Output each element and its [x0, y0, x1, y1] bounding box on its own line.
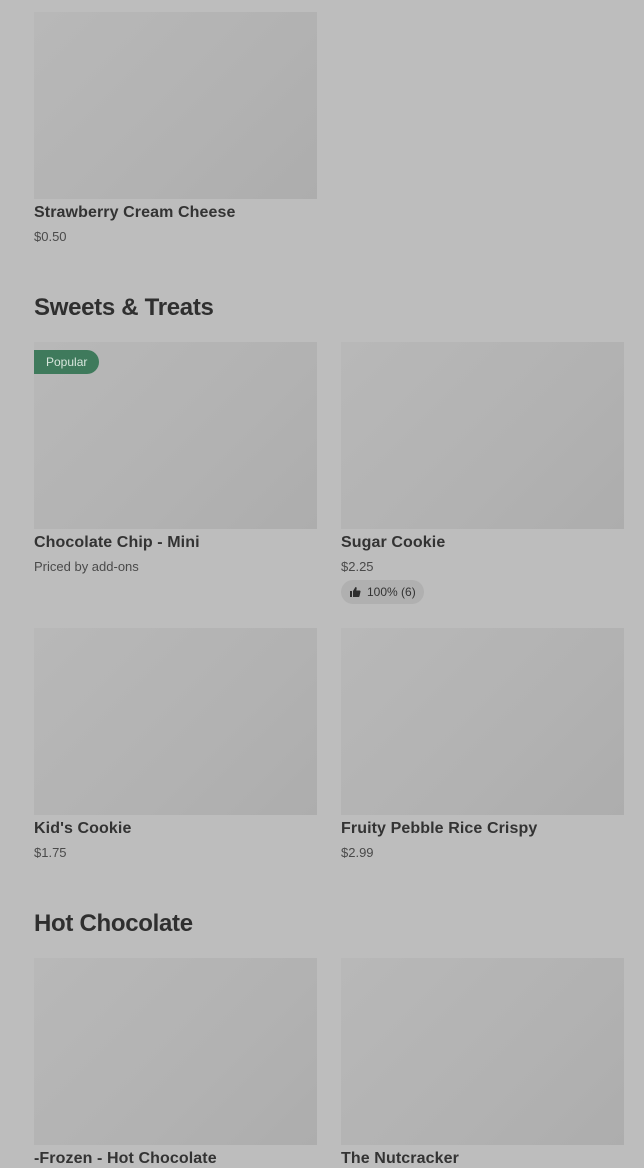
item-image[interactable] — [34, 628, 317, 815]
item-image[interactable] — [34, 958, 317, 1145]
menu-item-card[interactable]: The Nutcracker — [341, 958, 624, 1167]
menu-item-card[interactable]: Fruity Pebble Rice Crispy $2.99 — [341, 628, 624, 860]
item-name: The Nutcracker — [341, 1150, 459, 1167]
item-name: Chocolate Chip - Mini — [34, 534, 200, 551]
menu-item-card[interactable]: Popular Chocolate Chip - Mini Priced by … — [34, 342, 317, 574]
menu-item-card[interactable]: Strawberry Cream Cheese $0.50 — [34, 12, 317, 244]
item-image[interactable] — [341, 628, 624, 815]
section-title-sweets-treats: Sweets & Treats — [34, 294, 214, 321]
item-image[interactable]: Popular — [34, 342, 317, 529]
menu-item-card[interactable]: Kid's Cookie $1.75 — [34, 628, 317, 860]
item-image[interactable] — [341, 958, 624, 1145]
item-name: Kid's Cookie — [34, 820, 132, 837]
section-title-hot-chocolate: Hot Chocolate — [34, 910, 193, 937]
menu-item-card[interactable]: -Frozen - Hot Chocolate — [34, 958, 317, 1167]
thumbs-up-icon — [350, 587, 361, 597]
item-name: Sugar Cookie — [341, 534, 446, 551]
rating-text: 100% (6) — [367, 585, 416, 599]
item-price: $2.99 — [341, 845, 374, 860]
item-name: -Frozen - Hot Chocolate — [34, 1150, 217, 1167]
popular-badge: Popular — [34, 350, 100, 374]
item-name: Strawberry Cream Cheese — [34, 204, 236, 221]
menu-item-card[interactable]: Sugar Cookie $2.25 100% (6) — [341, 342, 624, 604]
item-price: $2.25 — [341, 559, 374, 574]
item-price: $0.50 — [34, 229, 67, 244]
rating-badge: 100% (6) — [341, 580, 424, 604]
item-image[interactable] — [34, 12, 317, 199]
item-image[interactable] — [341, 342, 624, 529]
item-name: Fruity Pebble Rice Crispy — [341, 820, 538, 837]
item-price: $1.75 — [34, 845, 67, 860]
item-price: Priced by add-ons — [34, 559, 139, 574]
